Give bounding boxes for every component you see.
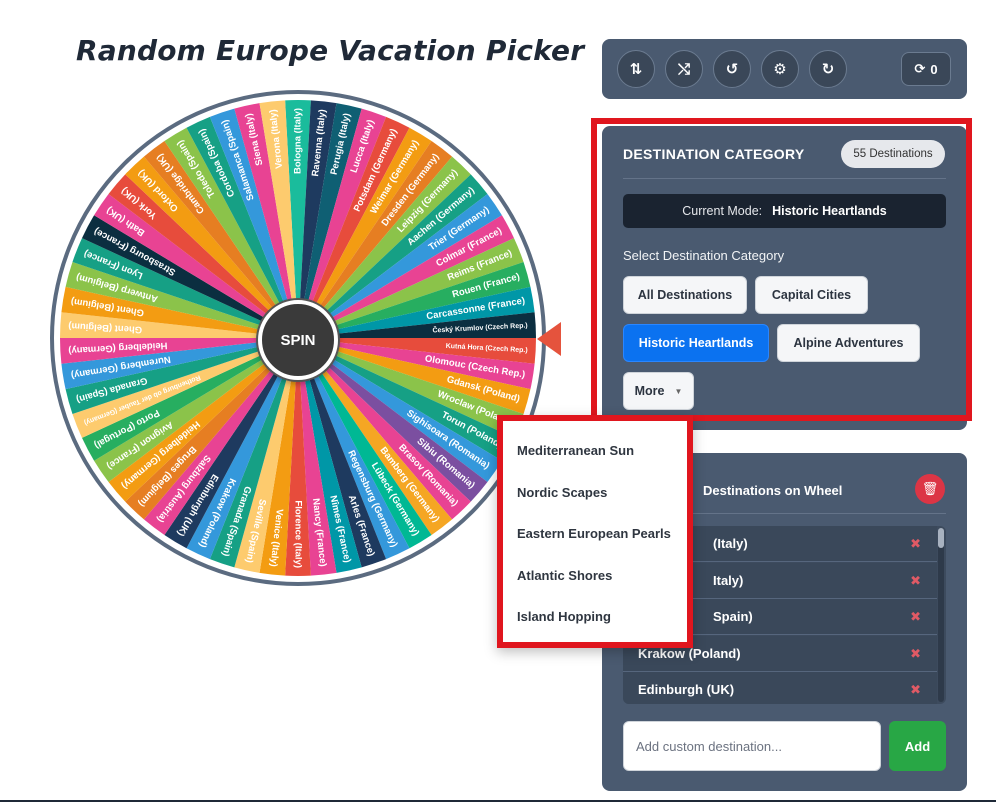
spin-count-button[interactable]: ⟳ 0 [901, 52, 951, 86]
redo-button[interactable]: ↻ [809, 50, 847, 88]
spin-count: 0 [930, 61, 938, 77]
menu-item-island-hopping[interactable]: Island Hopping [517, 609, 611, 624]
remove-icon[interactable]: ✖ [910, 646, 921, 662]
category-title: DESTINATION CATEGORY [623, 146, 805, 162]
clear-all-button[interactable]: 🗑 [915, 474, 945, 504]
sort-button[interactable]: ⇅ [617, 50, 655, 88]
category-alpine-button[interactable]: Alpine Adventures [777, 324, 920, 362]
remove-icon[interactable]: ✖ [910, 573, 921, 589]
destinations-title: Destinations on Wheel [703, 483, 843, 498]
menu-item-eastern-european[interactable]: Eastern European Pearls [517, 526, 671, 541]
history-button[interactable]: ↺ [713, 50, 751, 88]
category-all-button[interactable]: All Destinations [623, 276, 747, 314]
remove-icon[interactable]: ✖ [910, 536, 921, 552]
mode-value: Historic Heartlands [772, 204, 887, 218]
settings-button[interactable]: ⚙ [761, 50, 799, 88]
chevron-down-icon: ▼ [674, 386, 683, 396]
list-item-label: Edinburgh (UK) [638, 682, 735, 697]
scrollbar-thumb[interactable] [938, 528, 944, 548]
gear-icon: ⚙ [773, 61, 787, 78]
remove-icon[interactable]: ✖ [910, 682, 921, 698]
wheel-segment-label: Bologna (Italy) [293, 108, 304, 174]
list-item: Edinburgh (UK) ✖ [623, 672, 937, 704]
list-item-label: Krakow (Poland) [638, 646, 741, 661]
remove-icon[interactable]: ✖ [910, 609, 921, 625]
add-destination-button[interactable]: Add [889, 721, 946, 771]
more-dropdown-button[interactable]: More ▼ [623, 372, 694, 410]
trash-icon: 🗑 [921, 481, 939, 496]
current-mode-bar: Current Mode: Historic Heartlands [623, 194, 946, 228]
shuffle-button[interactable]: ⤭ [665, 50, 703, 88]
page-title: Random Europe Vacation Picker [76, 34, 585, 67]
custom-destination-input[interactable] [623, 721, 881, 771]
shuffle-icon: ⤭ [677, 60, 690, 78]
history-icon: ↺ [725, 61, 739, 78]
sort-icon: ⇅ [629, 61, 643, 78]
page: Random Europe Vacation Picker Bologna (I… [0, 0, 996, 802]
wheel-pointer-icon [537, 322, 561, 356]
menu-item-atlantic[interactable]: Atlantic Shores [517, 568, 612, 583]
more-categories-menu: Mediterranean Sun Nordic Scapes Eastern … [497, 415, 693, 648]
destination-count-badge: 55 Destinations [841, 140, 945, 168]
spin-button[interactable]: SPIN [258, 300, 338, 380]
refresh-icon: ⟳ [914, 61, 926, 76]
prize-wheel[interactable]: Bologna (Italy) Ravenna (Italy) Perugia (I… [48, 88, 548, 588]
wheel-segment-label: Florence (Italy) [292, 500, 303, 568]
more-label: More [634, 384, 665, 398]
category-historic-button[interactable]: Historic Heartlands [623, 324, 769, 362]
scrollbar[interactable] [938, 528, 944, 702]
category-capital-button[interactable]: Capital Cities [755, 276, 868, 314]
destination-category-panel: DESTINATION CATEGORY 55 Destinations Cur… [602, 126, 967, 430]
divider [623, 178, 946, 179]
menu-item-mediterranean[interactable]: Mediterranean Sun [517, 443, 634, 458]
redo-icon: ↻ [821, 61, 835, 78]
select-category-label: Select Destination Category [623, 248, 785, 263]
mode-label: Current Mode: [682, 204, 763, 218]
toolbar: ⇅ ⤭ ↺ ⚙ ↻ ⟳ 0 [602, 39, 967, 99]
menu-item-nordic[interactable]: Nordic Scapes [517, 485, 607, 500]
